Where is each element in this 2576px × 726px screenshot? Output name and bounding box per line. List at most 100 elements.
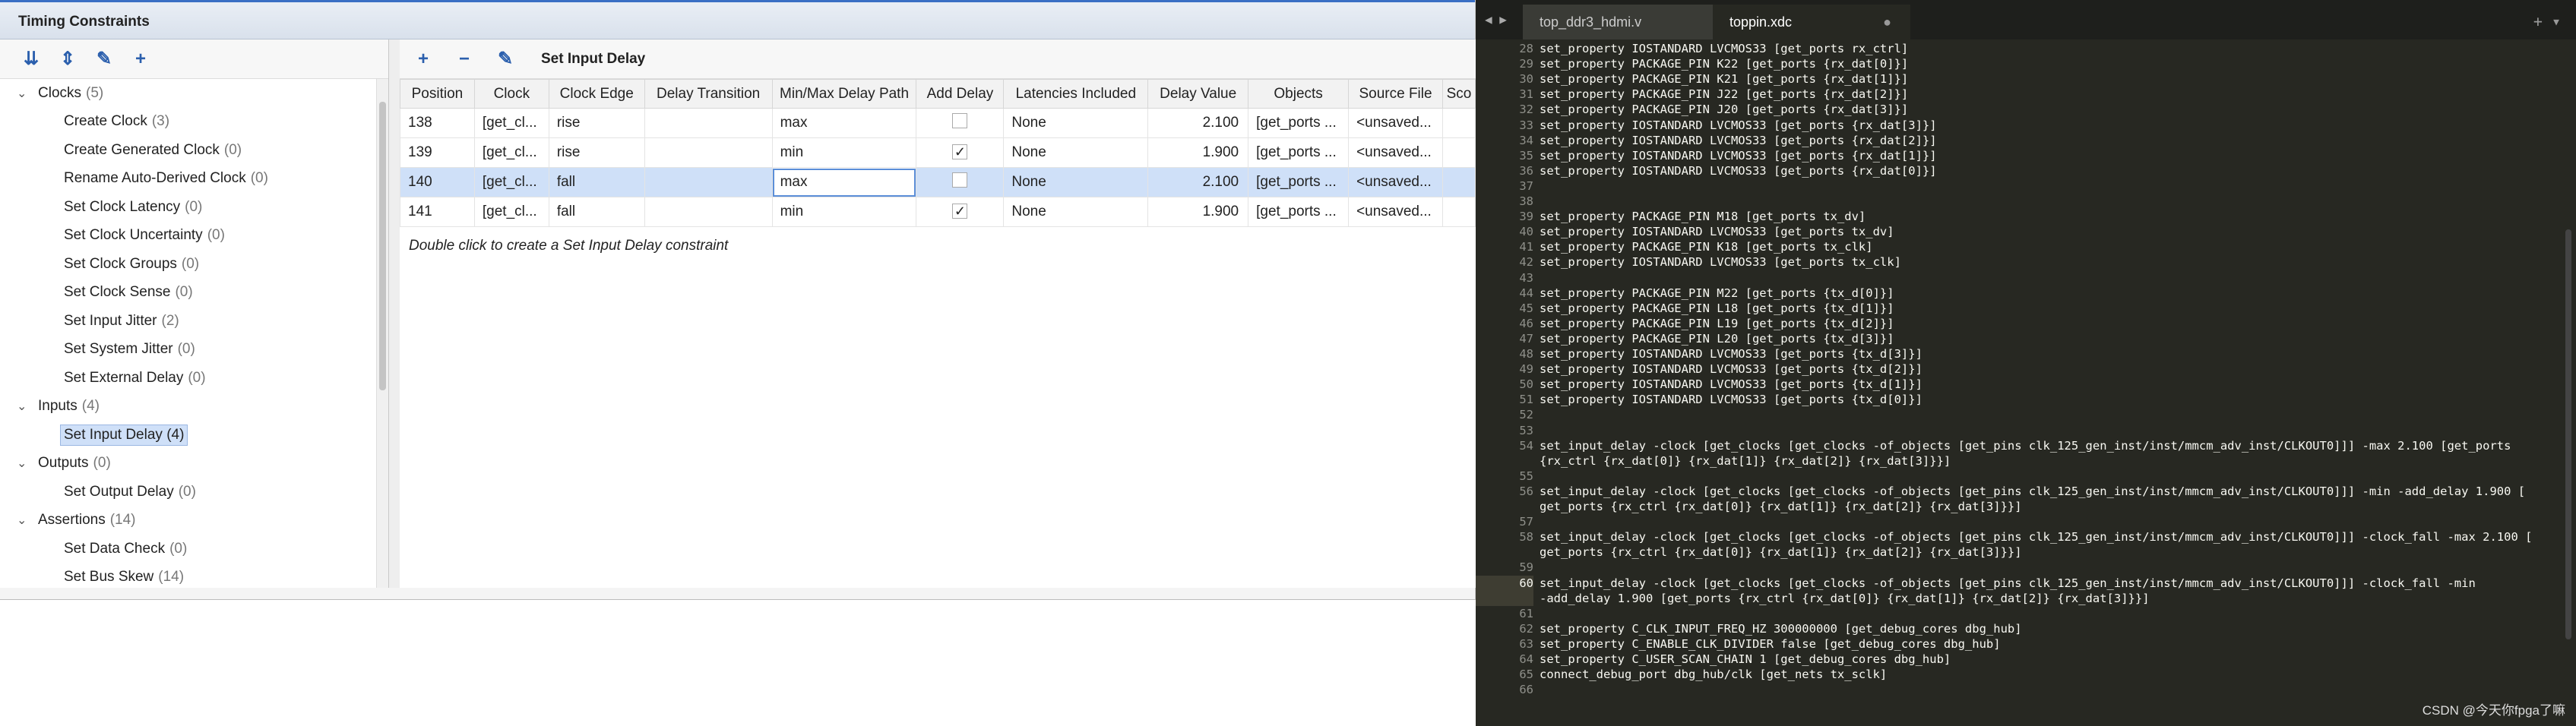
code-line[interactable]: set_property PACKAGE_PIN J22 [get_ports … [1540,87,1908,102]
code-line[interactable]: set_property IOSTANDARD LVCMOS33 [get_po… [1540,118,1937,133]
code-line[interactable]: set_input_delay -clock [get_clocks [get_… [1540,484,2525,499]
cell-trans[interactable] [644,137,773,168]
column-header[interactable]: Position [400,79,475,109]
table-row[interactable]: 140 [get_cl... fall max None 2.100 [get_ports … [400,167,1476,197]
code-line[interactable]: connect_debug_port dbg_hub/clk [get_nets… [1540,667,1887,682]
cell-trans[interactable] [644,197,773,227]
code-line[interactable]: set_property C_USER_SCAN_CHAIN 1 [get_de… [1540,652,1951,667]
tree-item[interactable]: Set Data Check (0) [0,535,388,563]
code-line[interactable]: set_input_delay -clock [get_clocks [get_… [1540,529,2532,544]
cell-clock[interactable]: [get_cl... [473,167,549,197]
cell-trans[interactable] [644,167,773,197]
cell-pos[interactable]: 138 [400,108,475,138]
tree-item[interactable]: Set Clock Latency (0) [0,193,388,222]
add-constraint-icon[interactable]: + [128,46,153,72]
code-line[interactable]: set_property IOSTANDARD LVCMOS33 [get_po… [1540,41,1908,56]
code-line[interactable]: set_property IOSTANDARD LVCMOS33 [get_po… [1540,163,1937,178]
remove-row-icon[interactable]: − [451,46,477,72]
code-line[interactable]: set_property IOSTANDARD LVCMOS33 [get_po… [1540,377,1923,392]
tree-item[interactable]: Set Clock Groups (0) [0,250,388,279]
tree-item[interactable]: Set System Jitter (0) [0,336,388,365]
code-line[interactable]: set_property PACKAGE_PIN L19 [get_ports … [1540,316,1894,331]
tree-category[interactable]: ⌄ Assertions (14) [0,507,388,535]
code-line[interactable]: set_property PACKAGE_PIN K22 [get_ports … [1540,56,1908,71]
cell-minmax[interactable]: max [771,108,917,138]
code-line[interactable]: set_property PACKAGE_PIN M18 [get_ports … [1540,209,1866,224]
add-row-icon[interactable]: + [410,46,436,72]
code-line[interactable]: set_property PACKAGE_PIN J20 [get_ports … [1540,102,1908,117]
add-delay-checkbox[interactable]: ✓ [952,144,968,159]
tab-nav-arrows-icon[interactable]: ◀ ▶ [1476,0,1523,39]
code-line[interactable]: {rx_ctrl {rx_dat[0]} {rx_dat[1]} {rx_dat… [1540,453,1951,469]
column-header[interactable]: Latencies Included [1003,79,1149,109]
tree-item[interactable]: Set Clock Sense (0) [0,279,388,308]
expand-all-icon[interactable]: ⇕ [55,46,81,72]
code-line[interactable]: -add_delay 1.900 [get_ports {rx_ctrl {rx… [1540,591,2150,606]
add-delay-checkbox[interactable] [952,172,968,188]
column-header[interactable]: Sco [1442,79,1476,109]
cell-edge[interactable]: rise [548,137,645,168]
code-line[interactable]: set_property IOSTANDARD LVCMOS33 [get_po… [1540,254,1901,270]
code-line[interactable]: set_property C_CLK_INPUT_FREQ_HZ 3000000… [1540,621,2022,636]
tree-scroll-thumb[interactable] [379,102,386,390]
cell-val[interactable]: 2.100 [1147,108,1249,138]
tree-item[interactable]: Rename Auto-Derived Clock (0) [0,165,388,194]
table-row[interactable]: 139 [get_cl... rise min ✓ None 1.900 [get_ports… [400,137,1476,168]
collapse-all-icon[interactable]: ⇊ [18,46,44,72]
column-header[interactable]: Objects [1248,79,1350,109]
cell-minmax[interactable]: max [771,167,917,197]
code-line[interactable]: set_property IOSTANDARD LVCMOS33 [get_po… [1540,133,1937,148]
editor-scroll-thumb[interactable] [2565,229,2571,639]
add-delay-checkbox[interactable]: ✓ [952,204,968,219]
tree-category[interactable]: ⌄ Outputs (0) [0,450,388,478]
cell-obj[interactable]: [get_ports ... [1248,108,1350,138]
cell-clock[interactable]: [get_cl... [473,137,549,168]
code-line[interactable]: set_property IOSTANDARD LVCMOS33 [get_po… [1540,148,1937,163]
cell-lat[interactable]: None [1003,108,1149,138]
cell-minmax[interactable]: min [771,137,917,168]
table-row[interactable]: 138 [get_cl... rise max None 2.100 [get_ports … [400,108,1476,138]
code-line[interactable]: set_property IOSTANDARD LVCMOS33 [get_po… [1540,346,1923,361]
cell-lat[interactable]: None [1003,167,1149,197]
column-header[interactable]: Clock [473,79,549,109]
cell-obj[interactable]: [get_ports ... [1248,137,1350,168]
code-line[interactable]: set_property PACKAGE_PIN L18 [get_ports … [1540,301,1894,316]
code-line[interactable]: set_property PACKAGE_PIN K18 [get_ports … [1540,239,1873,254]
edit-icon[interactable]: ✎ [492,46,518,72]
tree-item[interactable]: Set Output Delay (0) [0,478,388,507]
cell-pos[interactable]: 139 [400,137,475,168]
cell-add[interactable]: ✓ [916,197,1005,227]
code-line[interactable]: set_property IOSTANDARD LVCMOS33 [get_po… [1540,361,1923,377]
code-area[interactable]: 28 set_property IOSTANDARD LVCMOS33 [get_… [1476,39,2576,726]
pane-splitter[interactable] [389,39,400,588]
code-line[interactable]: set_property C_ENABLE_CLK_DIVIDER false … [1540,636,2001,652]
chevron-down-icon[interactable]: ⌄ [17,399,38,414]
tree-item[interactable]: Create Clock (3) [0,108,388,137]
cell-src[interactable]: <unsaved... [1348,167,1443,197]
code-line[interactable]: get_ports {rx_ctrl {rx_dat[0]} {rx_dat[1… [1540,544,2022,560]
editor-scrollbar[interactable] [2565,39,2573,726]
cell-edge[interactable]: rise [548,108,645,138]
table-row[interactable]: 141 [get_cl... fall min ✓ None 1.900 [get_ports… [400,197,1476,227]
tree-category[interactable]: ⌄ Clocks (5) [0,79,388,108]
tree-scrollbar[interactable] [376,79,388,588]
tree-item[interactable]: Set Input Delay (4) [0,421,388,450]
new-tab-icon[interactable]: + ▾ [2518,12,2576,39]
code-line[interactable]: set_property IOSTANDARD LVCMOS33 [get_po… [1540,392,1923,407]
cell-src[interactable]: <unsaved... [1348,197,1443,227]
cell-sco[interactable] [1442,108,1476,138]
pin-icon[interactable]: ✎ [91,46,117,72]
cell-sco[interactable] [1442,197,1476,227]
cell-val[interactable]: 2.100 [1147,167,1249,197]
cell-src[interactable]: <unsaved... [1348,108,1443,138]
cell-val[interactable]: 1.900 [1147,197,1249,227]
add-delay-checkbox[interactable] [952,113,968,128]
tree-category[interactable]: ⌄ Inputs (4) [0,393,388,421]
code-line[interactable]: get_ports {rx_ctrl {rx_dat[0]} {rx_dat[1… [1540,499,2022,514]
code-line[interactable]: set_input_delay -clock [get_clocks [get_… [1540,576,2476,591]
column-header[interactable]: Min/Max Delay Path [771,79,917,109]
cell-trans[interactable] [644,108,773,138]
cell-pos[interactable]: 141 [400,197,475,227]
code-line[interactable]: set_property PACKAGE_PIN K21 [get_ports … [1540,71,1908,87]
cell-pos[interactable]: 140 [400,167,475,197]
